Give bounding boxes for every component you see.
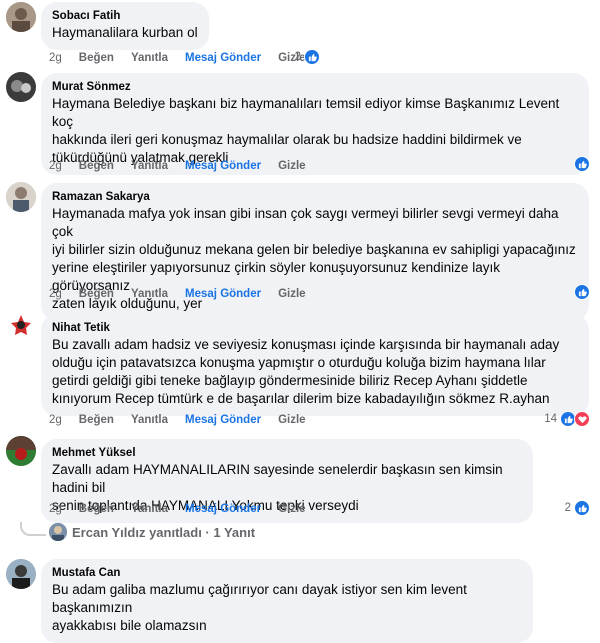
avatar[interactable]: [6, 72, 36, 102]
avatar[interactable]: [6, 2, 36, 32]
comment-actions: 2g Beğen Yanıtla Mesaj Gönder Gizle: [49, 286, 323, 302]
reaction-count: 2: [564, 502, 571, 514]
comment-actions: 2g Beğen Yanıtla Mesaj Gönder Gizle: [49, 412, 323, 428]
comment-author[interactable]: Nihat Tetik: [52, 321, 578, 336]
like-button[interactable]: Beğen: [79, 288, 114, 300]
reply-button[interactable]: Yanıtla: [131, 160, 168, 172]
message-button[interactable]: Mesaj Gönder: [185, 503, 261, 515]
hide-button[interactable]: Gizle: [278, 288, 305, 300]
comment-text-line: kınıyorum Recep tümtürk e de başarılar d…: [52, 391, 550, 406]
reaction-summary[interactable]: 2: [295, 49, 320, 65]
comment-bubble: Sobacı Fatih Haymanalilara kurban ol: [41, 2, 209, 50]
timestamp[interactable]: 2g: [49, 414, 62, 426]
comment-author[interactable]: Sobacı Fatih: [52, 9, 198, 24]
comment-text-line: Haymana Belediye başkanı biz haymanalıla…: [52, 96, 560, 129]
timestamp[interactable]: 2g: [49, 160, 62, 172]
message-button[interactable]: Mesaj Gönder: [185, 288, 261, 300]
comment-text-line: ayakkabısı bile olamazsın: [52, 618, 207, 633]
timestamp[interactable]: 2g: [49, 52, 62, 64]
timestamp[interactable]: 2g: [49, 503, 62, 515]
reply-thread-connector: [20, 522, 46, 536]
avatar[interactable]: [6, 436, 36, 466]
hide-button[interactable]: Gizle: [278, 414, 305, 426]
like-button[interactable]: Beğen: [79, 52, 114, 64]
reply-button[interactable]: Yanıtla: [131, 288, 168, 300]
reaction-summary[interactable]: [574, 284, 590, 300]
comment-text-line: hakkında ileri geri konuşmaz haymalılar …: [52, 132, 522, 147]
reaction-summary[interactable]: 14: [544, 411, 590, 427]
comment-actions: 2g Beğen Yanıtla Mesaj Gönder Gizle: [49, 50, 323, 66]
avatar[interactable]: [6, 182, 36, 212]
love-reaction-icon: [574, 411, 590, 427]
like-button[interactable]: Beğen: [79, 414, 114, 426]
comment-bubble: Nihat Tetik Bu zavallı adam hadsiz ve se…: [41, 314, 589, 416]
reaction-count: 14: [544, 413, 557, 425]
comment-author[interactable]: Murat Sönmez: [52, 80, 578, 95]
timestamp[interactable]: 2g: [49, 288, 62, 300]
comment-bubble: Mustafa Can Bu adam galiba mazlumu çağır…: [41, 559, 533, 643]
comment-author[interactable]: Mustafa Can: [52, 566, 522, 581]
reaction-count: 2: [294, 51, 301, 63]
message-button[interactable]: Mesaj Gönder: [185, 160, 261, 172]
avatar[interactable]: [6, 559, 36, 589]
reply-summary-text[interactable]: Ercan Yıldız yanıtladı · 1 Yanıt: [72, 525, 255, 540]
view-replies-link[interactable]: Ercan Yıldız yanıtladı · 1 Yanıt: [49, 523, 255, 541]
like-reaction-icon: [574, 500, 590, 516]
replier-avatar: [49, 523, 67, 541]
reaction-summary[interactable]: [574, 156, 590, 172]
comment-author[interactable]: Ramazan Sakarya: [52, 190, 578, 205]
comment-text-line: Bu adam galiba mazlumu çağırırıyor canı …: [52, 582, 467, 615]
comment-actions: 2g Beğen Yanıtla Mesaj Gönder Gizle: [49, 158, 323, 174]
comment-text-line: Haymanada mafya yok insan gibi insan çok…: [52, 206, 559, 239]
comment-actions: 2g Beğen Yanıtla Mesaj Gönder Gizle: [49, 501, 323, 517]
like-button[interactable]: Beğen: [79, 503, 114, 515]
comment-author[interactable]: Mehmet Yüksel: [52, 446, 522, 461]
avatar[interactable]: [6, 310, 36, 340]
like-reaction-icon: [304, 49, 320, 65]
like-reaction-icon: [574, 284, 590, 300]
hide-button[interactable]: Gizle: [278, 503, 305, 515]
reply-button[interactable]: Yanıtla: [131, 52, 168, 64]
comment-text-line: getirdi geldiği gibi teneke bağlayıp gön…: [52, 373, 528, 388]
message-button[interactable]: Mesaj Gönder: [185, 414, 261, 426]
comment-text-line: olduğu için patavatsızca konuşma yapmışt…: [52, 355, 546, 370]
comment-text-line: iyi bilirler sizin olduğunuz mekana gele…: [52, 242, 576, 257]
comment-text-line: Bu zavallı adam hadsiz ve seviyesiz konu…: [52, 337, 560, 352]
reaction-summary[interactable]: 2: [565, 500, 590, 516]
like-button[interactable]: Beğen: [79, 160, 114, 172]
reply-button[interactable]: Yanıtla: [131, 414, 168, 426]
like-reaction-icon: [574, 156, 590, 172]
message-button[interactable]: Mesaj Gönder: [185, 52, 261, 64]
comment-text: Haymanalilara kurban ol: [52, 25, 198, 40]
hide-button[interactable]: Gizle: [278, 160, 305, 172]
comment-text-line: Zavallı adam HAYMANALILARIN sayesinde se…: [52, 462, 503, 495]
reply-button[interactable]: Yanıtla: [131, 503, 168, 515]
